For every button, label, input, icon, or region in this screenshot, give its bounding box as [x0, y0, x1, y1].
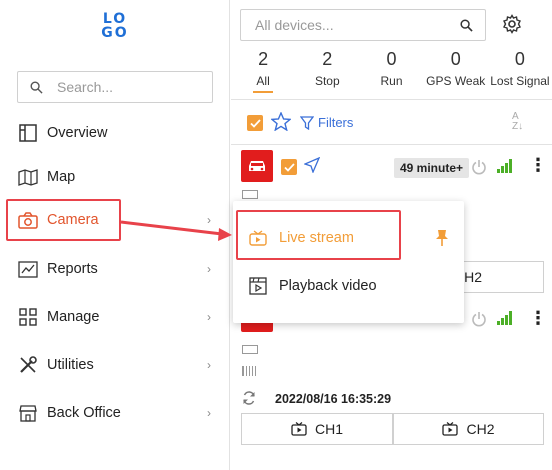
device-search-placeholder: All devices... — [255, 17, 334, 33]
device-toolbar: Filters A Z↓ — [231, 101, 552, 145]
stat-stop[interactable]: 2 Stop — [295, 48, 359, 93]
stat-count: 0 — [386, 49, 397, 69]
stat-all[interactable]: 2 All — [231, 48, 295, 93]
layout-icon — [17, 122, 39, 144]
power-icon — [471, 159, 487, 178]
sidebar-item-label: Map — [47, 169, 76, 185]
stat-lost-signal[interactable]: 0 Lost Signal — [488, 48, 552, 93]
stat-gps-weak[interactable]: 0 GPS Weak — [424, 48, 488, 93]
more-options-icon[interactable]: ⋮ — [529, 156, 547, 174]
plate-icon — [242, 345, 258, 354]
ch2-label: CH2 — [466, 421, 495, 437]
barcode-icon — [242, 366, 256, 376]
device2-ch2-button[interactable]: CH2 — [393, 413, 544, 445]
sidebar-item-back-office[interactable]: Back Office › — [0, 393, 229, 433]
filters-button[interactable]: Filters — [300, 115, 353, 130]
map-icon — [17, 166, 39, 188]
store-icon — [17, 402, 39, 424]
stat-count: 2 — [258, 49, 269, 69]
sidebar-item-label: Manage — [47, 309, 100, 325]
search-icon — [460, 18, 473, 32]
stat-label: Lost Signal — [490, 74, 550, 88]
chevron-right-icon: › — [207, 310, 211, 324]
devices-header: All devices... 2 All 2 Stop 0 Run 0 GPS … — [231, 0, 552, 100]
tv-icon — [291, 422, 307, 436]
stat-count: 0 — [450, 49, 461, 69]
sidebar-item-reports[interactable]: Reports › — [0, 249, 229, 289]
power-icon — [471, 311, 487, 330]
signal-icon — [497, 311, 513, 328]
stat-run[interactable]: 0 Run — [359, 48, 423, 93]
gear-icon[interactable] — [502, 14, 522, 37]
tv-icon — [442, 422, 459, 436]
time-badge: 49 minute+ — [394, 158, 470, 178]
device2-ch1-button[interactable]: CH1 — [241, 413, 393, 445]
sidebar-item-label: Reports — [47, 261, 98, 277]
chevron-right-icon: › — [207, 406, 211, 420]
filter-icon — [300, 115, 314, 130]
signal-icon — [497, 159, 513, 176]
filters-label: Filters — [318, 115, 354, 130]
stat-count: 0 — [514, 49, 525, 69]
refresh-icon[interactable] — [242, 391, 256, 408]
device-search-input[interactable]: All devices... — [240, 9, 486, 41]
sidebar-item-map[interactable]: Map — [0, 157, 229, 197]
stat-label: All — [253, 74, 273, 93]
chart-icon — [17, 258, 39, 280]
stat-label: Run — [380, 74, 403, 88]
sidebar-item-overview[interactable]: Overview — [0, 113, 229, 153]
stat-label: Stop — [314, 74, 340, 88]
plate-icon — [242, 190, 258, 199]
status-stats: 2 All 2 Stop 0 Run 0 GPS Weak 0 Lost Sig… — [231, 48, 552, 93]
playback-icon — [249, 277, 267, 295]
submenu-item-label: Playback video — [279, 278, 377, 294]
sidebar-item-label: Overview — [47, 125, 108, 141]
submenu-item-playback-video[interactable]: Playback video — [233, 262, 464, 310]
sort-az-icon[interactable]: A Z↓ — [512, 112, 523, 132]
grid-icon — [17, 306, 39, 328]
sidebar-item-label: Utilities — [47, 357, 94, 373]
chevron-right-icon: › — [207, 358, 211, 372]
star-icon[interactable] — [270, 111, 292, 134]
sidebar-item-label: Back Office — [47, 405, 121, 421]
location-arrow-icon[interactable] — [303, 156, 321, 176]
stat-label: GPS Weak — [426, 74, 486, 88]
device-checkbox[interactable] — [281, 159, 297, 175]
ch1-label: CH1 — [314, 421, 343, 437]
camera-highlight-box — [6, 199, 121, 241]
pin-icon[interactable] — [435, 229, 461, 251]
chevron-right-icon: › — [207, 262, 211, 276]
stat-count: 2 — [322, 49, 333, 69]
chevron-right-icon: › — [207, 213, 211, 227]
device-timestamp: 2022/08/16 16:35:29 — [275, 392, 392, 406]
tools-icon — [17, 354, 39, 376]
search-icon — [30, 81, 43, 94]
sidebar-item-utilities[interactable]: Utilities › — [0, 345, 229, 385]
live-stream-highlight-box — [236, 210, 401, 260]
sidebar-item-manage[interactable]: Manage › — [0, 297, 229, 337]
select-all-checkbox[interactable] — [247, 115, 263, 131]
logo: LO GO — [101, 11, 129, 41]
sidebar-search-placeholder: Search... — [57, 79, 114, 95]
sidebar-search-input[interactable]: Search... — [17, 71, 213, 103]
more-options-icon[interactable]: ⋮ — [529, 309, 547, 327]
car-status-icon — [241, 150, 273, 182]
